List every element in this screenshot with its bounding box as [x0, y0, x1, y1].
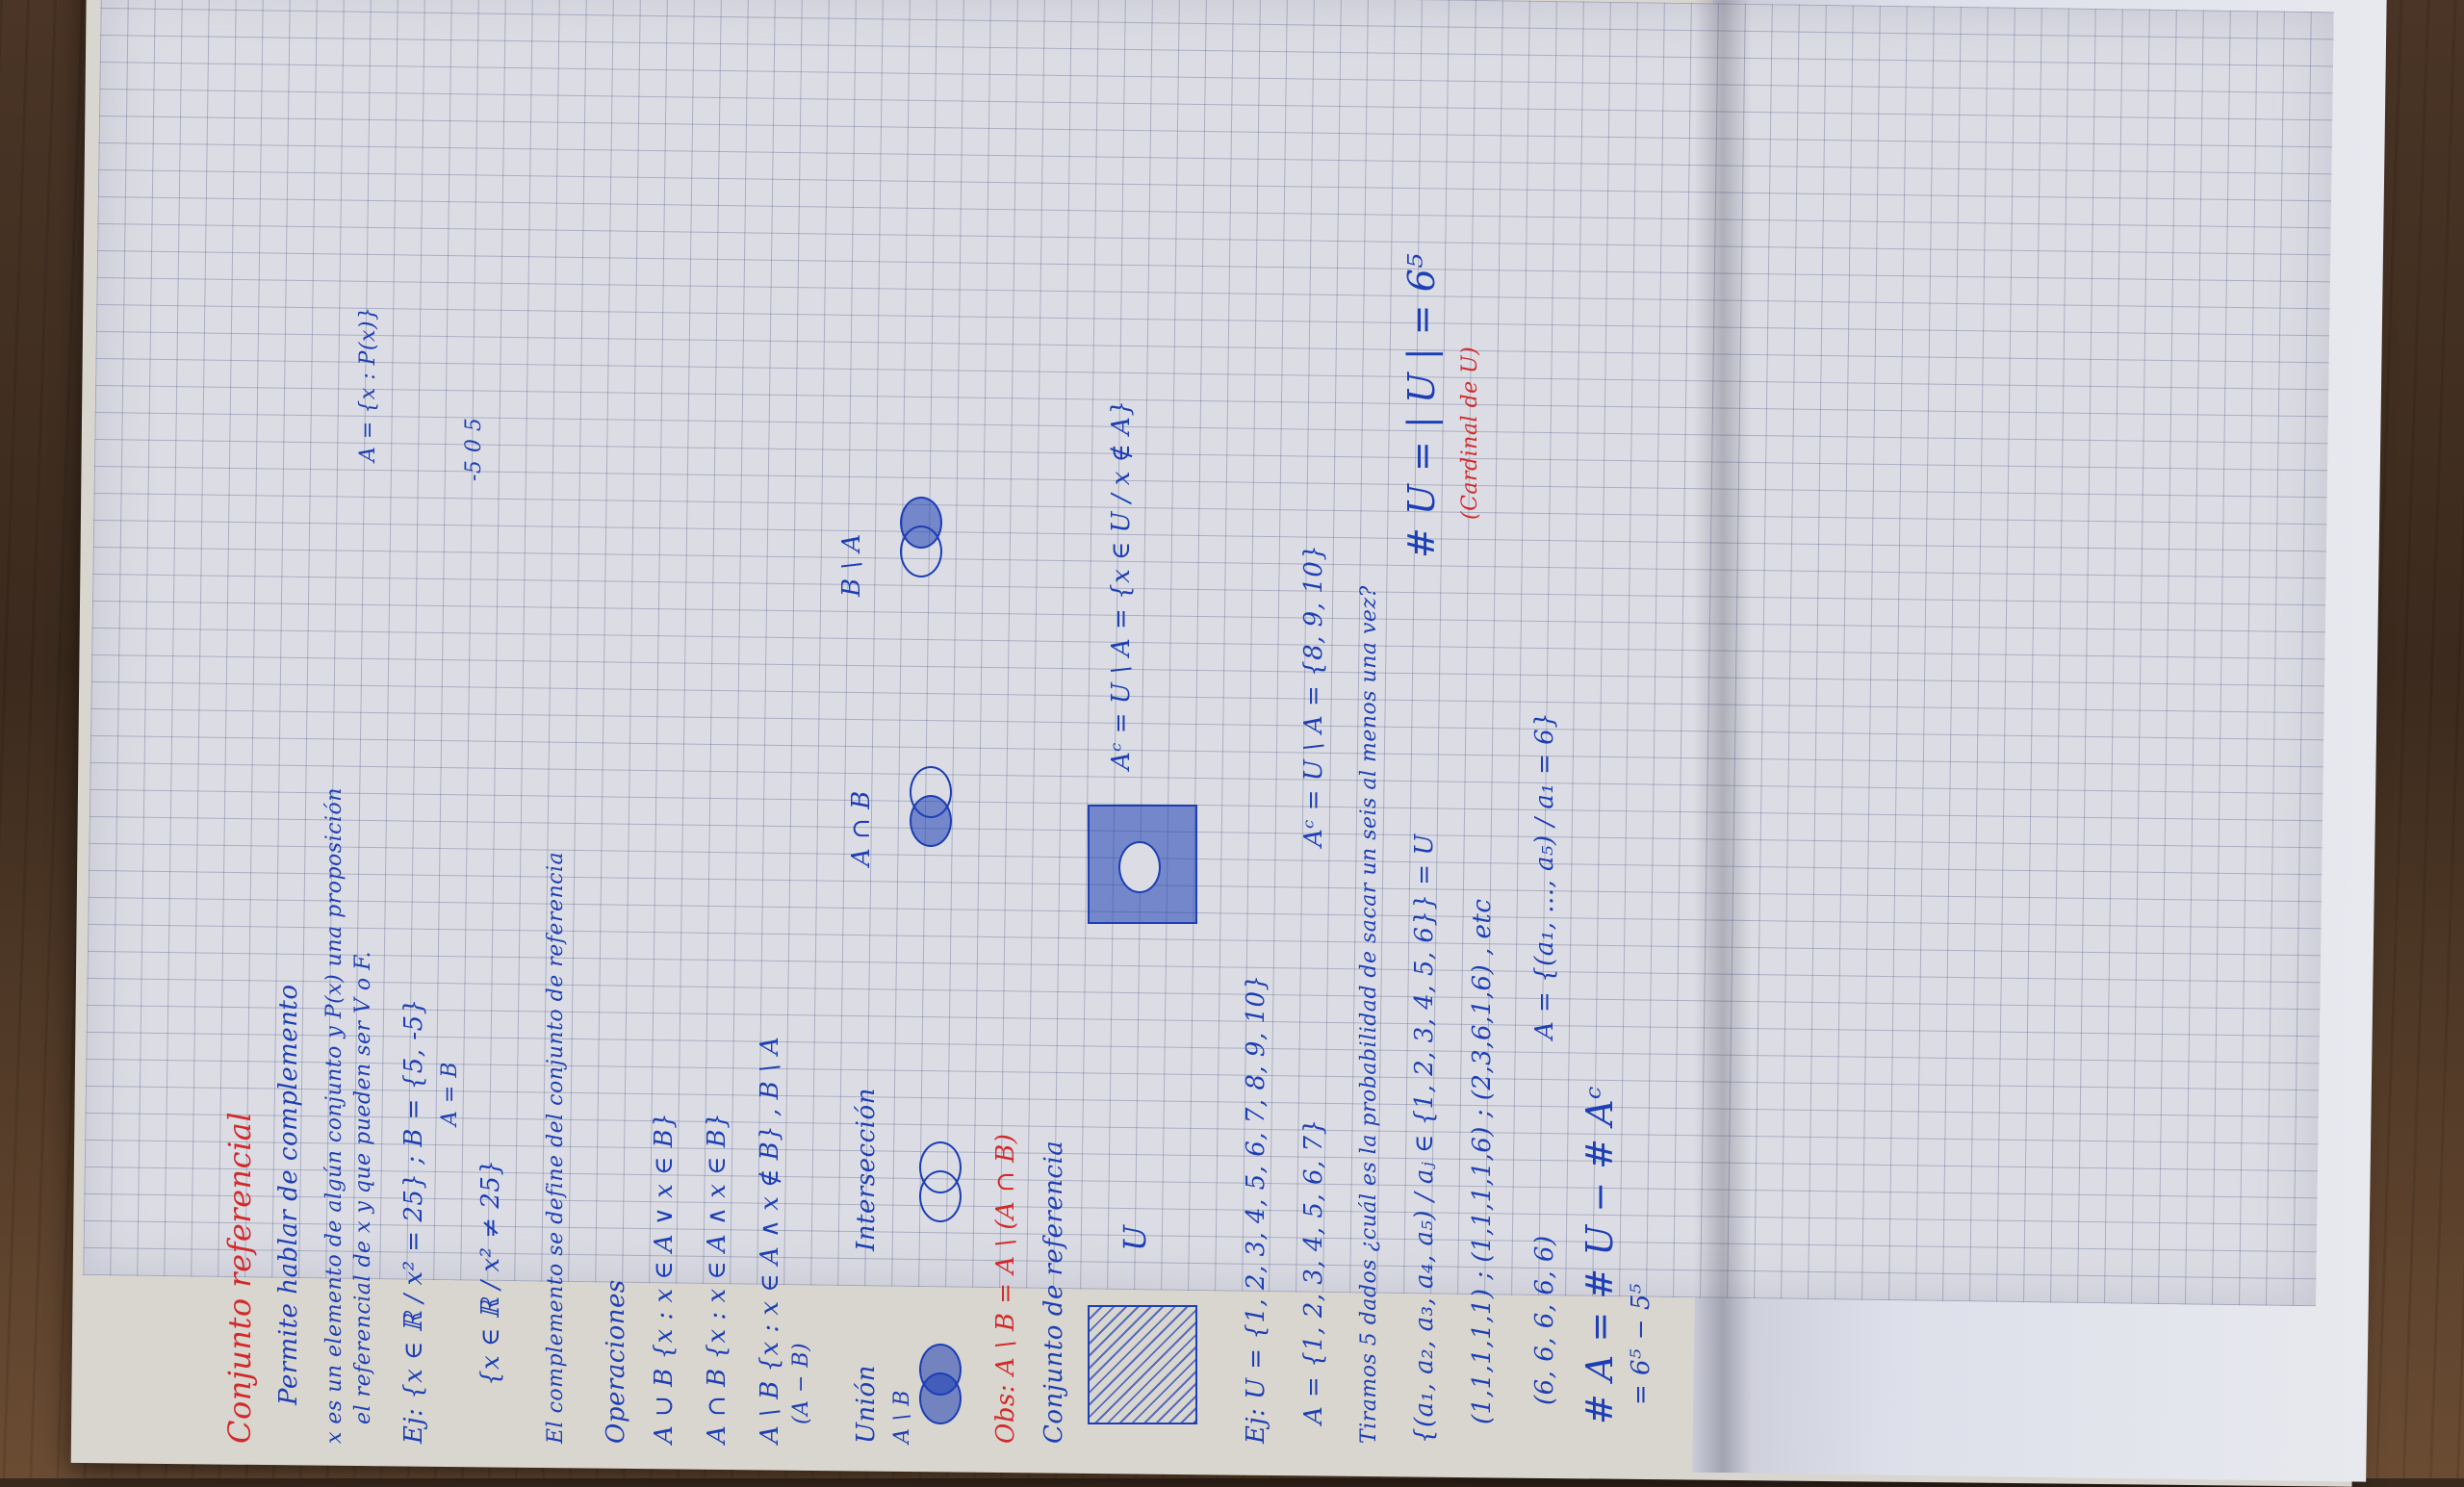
venn-circle [919, 1344, 962, 1396]
a-minus-b-diagram-label: A \ B [890, 1390, 914, 1444]
venn-circle [919, 1141, 962, 1193]
intersection-definition: A ∩ B {x : x ∈ A ∧ x ∈ B} [703, 1112, 732, 1444]
universe-label: U [1116, 1224, 1153, 1251]
a-inter-b-label: A ∩ B [847, 790, 876, 866]
example-1: Ej: {x ∈ ℝ / x² = 25} ; B = {5, -5} [399, 998, 428, 1444]
handwritten-notes: Conjunto referencial Permite hablar de c… [221, 58, 1665, 1444]
notebook-spine [1694, 0, 1752, 1473]
event-a-definition: A = {(a₁, ..., a₅) / a₁ = 6} [1530, 711, 1559, 1039]
difference-note: (A − B) [789, 1342, 813, 1424]
example-complement: Aᶜ = U \ A = {8, 9, 10} [1299, 544, 1328, 847]
a-inter-b-venn [905, 760, 962, 847]
union-venn [914, 1338, 972, 1424]
all-sixes: (6, 6, 6, 6, 6) [1530, 1235, 1559, 1405]
set-a-circle [1118, 841, 1161, 893]
photo-scene: Conjunto referencial Permite hablar de c… [0, 0, 2464, 1487]
number-line-labels: -5 0 5 [462, 417, 486, 481]
complement-formula: Aᶜ = U \ A = {x ∈ U / x ∉ A} [1107, 399, 1136, 771]
reference-set-heading: Conjunto de referencia [1040, 1140, 1068, 1444]
example-set-a: A = {1, 2, 3, 4, 5, 6, 7} [1299, 1118, 1328, 1424]
intro-line-1: x es un elemento de algún conjunto y P(x… [322, 787, 346, 1444]
operations-heading: Operaciones [602, 1279, 630, 1444]
complement-definition: El complemento se define del conjunto de… [544, 851, 568, 1444]
union-label: Unión [852, 1365, 881, 1444]
cardinal-note: (Cardinal de U) [1458, 346, 1482, 520]
example-1-equality: A = B [438, 1062, 462, 1126]
cardinal-a-result: = 6⁵ − 5⁵ [1627, 1283, 1656, 1405]
difference-definition: A \ B {x : x ∈ A ∧ x ∉ B} , B \ A [756, 1036, 784, 1444]
set-definition: A = {x : P(x)} [356, 306, 380, 462]
example-universe: Ej: U = {1, 2, 3, 4, 5, 6, 7, 8, 9, 10} [1242, 974, 1270, 1444]
venn-circle [910, 766, 952, 818]
observation: Obs: A \ B = A \ (A ∩ B) [991, 1133, 1020, 1444]
intersection-label: Intersección [852, 1088, 881, 1251]
dice-problem: Tiramos 5 dados ¿cuál es la probabilidad… [1357, 585, 1381, 1444]
b-minus-a-label: B \ A [837, 533, 866, 597]
notes-title: Conjunto referencial [221, 1111, 258, 1444]
union-definition: A ∪ B {x : x ∈ A ∨ x ∈ B} [650, 1112, 679, 1444]
dice-examples: (1,1,1,1,1) ; (1,1,1,1,6) ; (2,3,6,1,6) … [1468, 898, 1497, 1424]
notes-subtitle: Permite hablar de complemento [274, 984, 303, 1405]
universe-box-diagram [1088, 1305, 1197, 1424]
cardinal-universe: # U = | U | = 6⁵ [1400, 252, 1443, 558]
dice-tuples: {(a₁, a₂, a₃, a₄, a₅) / aⱼ ∈ {1, 2, 3, 4… [1410, 833, 1439, 1444]
complement-box-diagram [1088, 805, 1197, 924]
intersection-venn [914, 1136, 972, 1222]
cardinal-a: # A = # U − # Aᶜ [1578, 1085, 1621, 1424]
b-minus-a-venn [895, 491, 953, 577]
venn-circle [900, 497, 942, 549]
intro-line-2: el referencial de x y que pueden ser V o… [351, 951, 375, 1424]
example-2: {x ∈ ℝ / x² ≠ 25} [476, 1159, 505, 1386]
